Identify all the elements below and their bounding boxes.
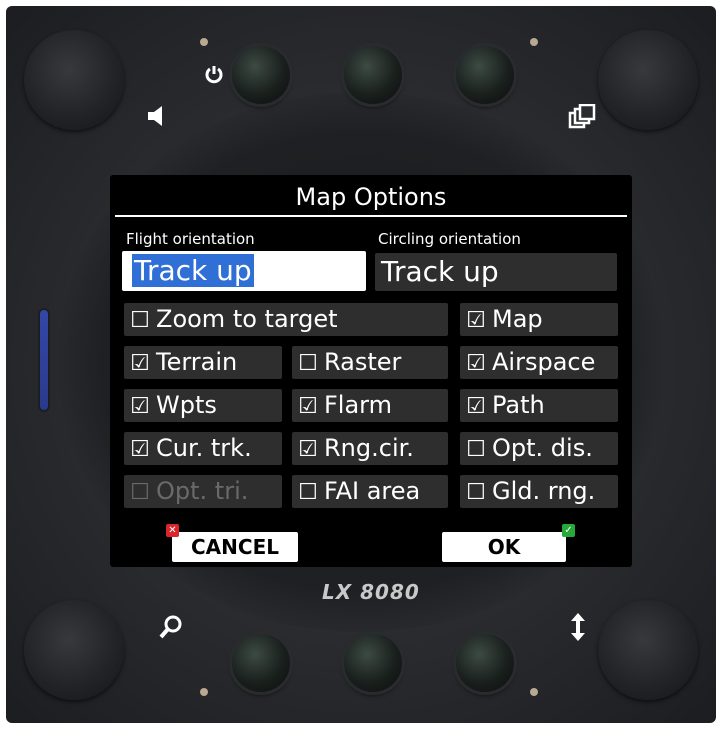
checkbox-checked-icon: ☑ — [130, 437, 150, 462]
option-gld-rng[interactable]: ☐ Gld. rng. — [460, 475, 618, 508]
magnifier-icon — [158, 614, 184, 644]
option-label: Path — [492, 391, 545, 419]
checkbox-unchecked-icon: ☐ — [130, 480, 150, 505]
option-label: Opt. tri. — [156, 477, 249, 505]
top-left-knob[interactable] — [24, 30, 124, 130]
flight-orientation-select[interactable]: Track up — [122, 251, 366, 291]
up-down-arrow-icon — [568, 612, 588, 646]
top-button-3[interactable] — [456, 46, 514, 104]
option-flarm[interactable]: ☑ Flarm — [292, 389, 448, 422]
option-label: Map — [492, 305, 543, 333]
top-button-2[interactable] — [344, 46, 402, 104]
option-map[interactable]: ☑ Map — [460, 303, 618, 336]
checkbox-unchecked-icon: ☐ — [466, 437, 486, 462]
top-left-led — [200, 38, 208, 46]
circling-orientation-value: Track up — [381, 255, 499, 288]
cancel-x-icon: ✕ — [166, 524, 179, 537]
flight-orientation-label: Flight orientation — [126, 230, 255, 248]
bottom-left-led — [200, 688, 208, 696]
option-label: Rng.cir. — [324, 434, 414, 462]
option-label: Wpts — [156, 391, 217, 419]
checkbox-unchecked-icon: ☐ — [298, 480, 318, 505]
checkbox-checked-icon: ☑ — [466, 394, 486, 419]
checkbox-checked-icon: ☑ — [466, 351, 486, 376]
bottom-button-1[interactable] — [232, 634, 290, 692]
rotary-indicator — [38, 308, 50, 412]
option-label: Gld. rng. — [492, 477, 596, 505]
option-label: Cur. trk. — [156, 434, 252, 462]
option-label: Airspace — [492, 348, 596, 376]
title-divider — [115, 215, 627, 217]
brand-logo: LX 8080 — [322, 580, 420, 604]
checkbox-unchecked-icon: ☐ — [130, 308, 150, 333]
option-wpts[interactable]: ☑ Wpts — [124, 389, 282, 422]
ok-label: OK — [487, 535, 521, 559]
bottom-button-3[interactable] — [456, 634, 514, 692]
top-right-knob[interactable] — [598, 30, 698, 130]
option-rng-cir[interactable]: ☑ Rng.cir. — [292, 432, 448, 465]
option-label: Opt. dis. — [492, 434, 593, 462]
pages-icon — [568, 103, 596, 134]
checkbox-checked-icon: ☑ — [130, 351, 150, 376]
ok-check-icon: ✓ — [562, 524, 575, 537]
rotary-indicator-fill — [40, 310, 48, 410]
checkbox-unchecked-icon: ☐ — [298, 351, 318, 376]
checkbox-checked-icon: ☑ — [466, 308, 486, 333]
option-label: Terrain — [156, 348, 238, 376]
option-terrain[interactable]: ☑ Terrain — [124, 346, 282, 379]
cancel-button[interactable]: CANCEL — [172, 532, 298, 562]
option-label: Zoom to target — [156, 305, 338, 333]
bottom-button-2[interactable] — [344, 634, 402, 692]
option-cur-trk[interactable]: ☑ Cur. trk. — [124, 432, 282, 465]
checkbox-checked-icon: ☑ — [298, 394, 318, 419]
option-path[interactable]: ☑ Path — [460, 389, 618, 422]
speaker-icon — [146, 104, 166, 132]
lcd-screen: Map Options Flight orientation Circling … — [110, 175, 632, 567]
power-icon — [204, 64, 224, 88]
bottom-right-led — [530, 688, 538, 696]
bottom-right-knob[interactable] — [598, 600, 698, 700]
top-button-1[interactable] — [232, 46, 290, 104]
option-opt-dis[interactable]: ☐ Opt. dis. — [460, 432, 618, 465]
option-label: Flarm — [324, 391, 393, 419]
cancel-label: CANCEL — [191, 535, 279, 559]
ok-button[interactable]: OK — [442, 532, 566, 562]
option-label: FAI area — [324, 477, 421, 505]
flight-orientation-value: Track up — [132, 254, 254, 287]
checkbox-checked-icon: ☑ — [130, 394, 150, 419]
option-airspace[interactable]: ☑ Airspace — [460, 346, 618, 379]
bottom-left-knob[interactable] — [24, 600, 124, 700]
circling-orientation-select[interactable]: Track up — [375, 253, 617, 291]
circling-orientation-label: Circling orientation — [378, 230, 521, 248]
checkbox-checked-icon: ☑ — [298, 437, 318, 462]
option-raster[interactable]: ☐ Raster — [292, 346, 448, 379]
dialog-title: Map Options — [295, 183, 447, 211]
option-fai-area[interactable]: ☐ FAI area — [292, 475, 448, 508]
option-opt-tri: ☐ Opt. tri. — [124, 475, 282, 508]
option-zoom-to-target[interactable]: ☐ Zoom to target — [124, 303, 448, 336]
checkbox-unchecked-icon: ☐ — [466, 480, 486, 505]
option-label: Raster — [324, 348, 402, 376]
top-right-led — [530, 38, 538, 46]
